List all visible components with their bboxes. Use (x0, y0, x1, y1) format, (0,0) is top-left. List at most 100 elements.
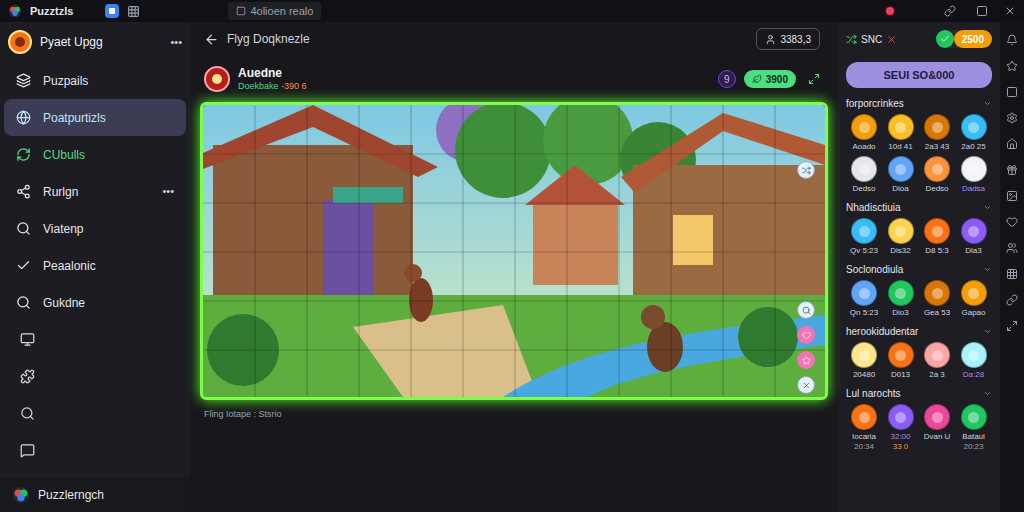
reward-icon (924, 342, 950, 368)
heart-icon[interactable] (1006, 216, 1018, 228)
expand-icon[interactable] (1006, 320, 1018, 332)
reward-icon (961, 114, 987, 140)
reward-section: forporcrinkesAoado10d 412a3 432a0 25Deds… (846, 96, 992, 194)
reward-icon (888, 280, 914, 306)
puzzle-caption: Fling Iotape : Stsrio (200, 408, 828, 422)
reward-icon (924, 218, 950, 244)
reward-section: Soclonodiula Qn 5:23Dio3Gea 53Gapao (846, 262, 992, 318)
sidebar-icon-item[interactable] (4, 358, 186, 395)
users-icon[interactable] (1006, 242, 1018, 254)
sidebar-footer[interactable]: Puzzlerngch (0, 478, 190, 512)
profile[interactable]: Pyaet Upgg••• (0, 22, 190, 62)
sidebar-icon-item[interactable] (4, 321, 186, 358)
grid-icon[interactable] (127, 5, 140, 18)
image-icon[interactable] (1006, 190, 1018, 202)
grid-icon[interactable] (1006, 268, 1018, 280)
close-icon[interactable] (886, 34, 897, 45)
heart-icon (802, 331, 811, 340)
puzzle-image[interactable] (203, 105, 825, 397)
reward-icon (961, 342, 987, 368)
reward-icon (851, 218, 877, 244)
section-header[interactable]: Soclonodiula (846, 262, 992, 277)
sidebar-item[interactable]: CUbulls (4, 136, 186, 173)
reward-tile[interactable]: Dloa (883, 156, 919, 194)
reward-tile[interactable]: Aoado (846, 114, 882, 152)
record-icon[interactable] (884, 5, 896, 17)
reward-tile[interactable]: D8 5:3 (919, 218, 955, 256)
section-header[interactable]: Lul narochts (846, 386, 992, 401)
reward-tile[interactable]: 2a0 25 (956, 114, 992, 152)
reward-tile[interactable]: 20480 (846, 342, 882, 380)
sidebar: Pyaet Upgg•••PuzpailsPoatpurtizlsCUbulls… (0, 22, 190, 512)
tool-button[interactable] (797, 376, 815, 394)
reward-section: Lul narochts Iocaria20:3432:0033 0Dvan UB… (846, 386, 992, 452)
reward-tile[interactable]: Gea 53 (919, 280, 955, 318)
reward-tile[interactable]: Dis32 (883, 218, 919, 256)
nav-icon (16, 184, 31, 199)
player-name: Auedne (238, 66, 710, 81)
sidebar-icon-item[interactable] (4, 432, 186, 469)
sidebar-item[interactable]: Viatenp (4, 210, 186, 247)
reward-tile[interactable]: Gapao (956, 280, 992, 318)
tool-button[interactable] (797, 326, 815, 344)
reward-tile[interactable]: 2a3 43 (919, 114, 955, 152)
reward-tile[interactable]: 32:0033 0 (883, 404, 919, 452)
tool-button[interactable] (797, 351, 815, 369)
star-icon[interactable] (1006, 60, 1018, 72)
bell-icon[interactable] (1006, 34, 1018, 46)
reward-icon (924, 156, 950, 182)
link-icon[interactable] (1006, 294, 1018, 306)
blue-square-icon[interactable] (105, 4, 119, 18)
reward-tile[interactable]: 2a 3 (919, 342, 955, 380)
app-name: Puzztzls (30, 3, 73, 20)
reward-tile[interactable]: Dla3 (956, 218, 992, 256)
tool-button[interactable] (797, 301, 815, 319)
reward-icon (961, 404, 987, 430)
reward-tile[interactable]: D013 (883, 342, 919, 380)
reward-tile[interactable]: Qn 5:23 (846, 280, 882, 318)
sync-icon[interactable] (846, 34, 857, 45)
sidebar-icon-item[interactable] (4, 395, 186, 432)
reward-tile[interactable]: Bataul20:23 (956, 404, 992, 452)
sidebar-item[interactable]: Gukdne (4, 284, 186, 321)
section-header[interactable]: herookidudentar (846, 324, 992, 339)
check-icon (936, 30, 954, 48)
nav-icon (16, 110, 31, 125)
coins-pill: 3900 (744, 70, 796, 88)
tab[interactable]: 4olioen realo (228, 2, 321, 20)
sidebar-item[interactable]: Rurlgn••• (4, 173, 186, 210)
close-icon[interactable] (1004, 5, 1016, 17)
reward-tile[interactable]: Dvan U (919, 404, 955, 452)
hint-button[interactable] (797, 161, 815, 179)
player-avatar-icon (204, 66, 230, 92)
section-header[interactable]: forporcrinkes (846, 96, 992, 111)
puzzle-board[interactable] (200, 102, 828, 400)
reward-tile[interactable]: Da:28 (956, 342, 992, 380)
reward-tile[interactable]: Iocaria20:34 (846, 404, 882, 452)
reward-tile[interactable]: Dio3 (883, 280, 919, 318)
reward-icon (888, 342, 914, 368)
sidebar-item[interactable]: Peaalonic (4, 247, 186, 284)
reward-tile[interactable]: Dedso (846, 156, 882, 194)
reward-icon (888, 156, 914, 182)
sidebar-item[interactable]: Puzpails (4, 62, 186, 99)
reward-tile[interactable]: 10d 41 (883, 114, 919, 152)
square-icon[interactable] (1006, 86, 1018, 98)
section-header[interactable]: Nhadisctiuia (846, 200, 992, 215)
reward-tile[interactable]: Qv 5:23 (846, 218, 882, 256)
gift-icon[interactable] (1006, 164, 1018, 176)
back-icon[interactable] (204, 32, 219, 47)
wallet-coins: 2500 (936, 30, 992, 48)
expand-icon[interactable] (808, 73, 820, 85)
reward-icon (961, 156, 987, 182)
home-icon[interactable] (1006, 138, 1018, 150)
window-icon[interactable] (976, 5, 988, 17)
reward-tile[interactable]: Dedso (919, 156, 955, 194)
settings-icon[interactable] (1006, 112, 1018, 124)
action-button[interactable]: 3383,3 (756, 28, 820, 50)
link-icon[interactable] (944, 5, 956, 17)
reward-tile[interactable]: Dadsa (956, 156, 992, 194)
shop-button[interactable]: SEUI SO&000 (846, 62, 992, 88)
reward-section: herookidudentar 20480D0132a 3Da:28 (846, 324, 992, 380)
sidebar-item[interactable]: Poatpurtizls (4, 99, 186, 136)
